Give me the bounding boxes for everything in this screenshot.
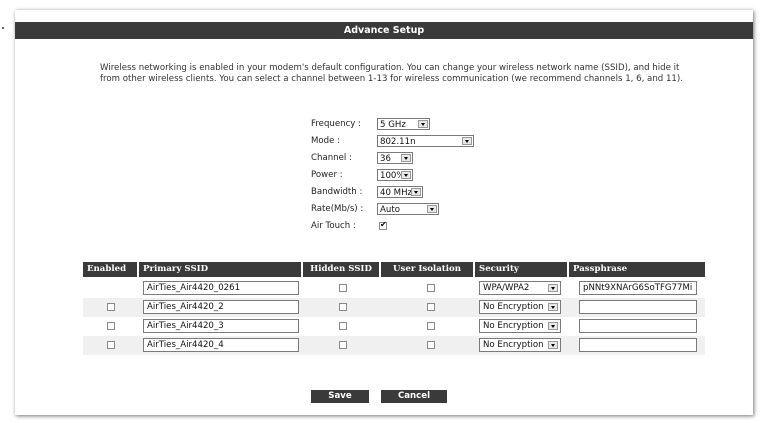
passphrase-input[interactable]: pNNt9XNArG6SoTFG77Mi	[579, 281, 697, 295]
air-touch-checkbox[interactable]	[379, 220, 387, 230]
chevron-down-icon	[548, 302, 559, 312]
user-isolation-checkbox[interactable]	[427, 284, 435, 292]
security-select[interactable]: WPA/WPA2	[479, 281, 561, 295]
power-select[interactable]: 100%	[377, 169, 413, 181]
security-value: No Encryption	[483, 321, 544, 331]
bandwidth-select[interactable]: 40 MHz	[377, 186, 423, 198]
frequency-value: 5 GHz	[380, 120, 406, 130]
enabled-checkbox[interactable]	[107, 322, 115, 330]
chevron-down-icon	[418, 120, 428, 128]
table-row: AirTies_Air4420_3 No Encryption	[83, 317, 705, 336]
mode-label: Mode :	[311, 136, 341, 146]
mode-select[interactable]: 802.11n	[377, 135, 474, 147]
user-isolation-checkbox[interactable]	[427, 303, 435, 311]
enabled-checkbox[interactable]	[107, 303, 115, 311]
col-passphrase-header: Passphrase	[569, 262, 705, 277]
channel-label: Channel :	[311, 153, 352, 163]
hidden-ssid-checkbox[interactable]	[339, 303, 347, 311]
frequency-label: Frequency :	[311, 119, 362, 129]
bandwidth-value: 40 MHz	[380, 188, 413, 198]
security-value: WPA/WPA2	[483, 283, 530, 293]
col-hidden-ssid-header: Hidden SSID	[303, 262, 379, 277]
chevron-down-icon	[548, 303, 558, 311]
col-primary-ssid-header: Primary SSID	[139, 262, 301, 277]
power-label: Power :	[311, 170, 343, 180]
chevron-down-icon	[548, 340, 559, 350]
security-select[interactable]: No Encryption	[479, 300, 561, 314]
cancel-button[interactable]: Cancel	[381, 390, 447, 403]
hidden-ssid-checkbox[interactable]	[339, 284, 347, 292]
chevron-down-icon	[401, 154, 411, 162]
chevron-down-icon	[401, 171, 411, 179]
page-marker	[2, 27, 4, 29]
channel-select[interactable]: 36	[377, 152, 413, 164]
chevron-down-icon	[411, 188, 421, 196]
table-row: AirTies_Air4420_4 No Encryption	[83, 336, 705, 355]
description-text: Wireless networking is enabled in your m…	[100, 63, 683, 84]
ssid-input[interactable]: AirTies_Air4420_4	[143, 338, 299, 352]
user-isolation-checkbox[interactable]	[427, 341, 435, 349]
hidden-ssid-checkbox[interactable]	[339, 322, 347, 330]
chevron-down-icon	[427, 205, 437, 213]
rate-value: Auto	[380, 205, 400, 215]
col-user-isolation-header: User Isolation	[381, 262, 473, 277]
rate-select[interactable]: Auto	[377, 203, 439, 215]
col-security-header: Security	[475, 262, 567, 277]
passphrase-input[interactable]	[579, 338, 697, 352]
bandwidth-label: Bandwidth :	[311, 187, 363, 197]
rate-label: Rate(Mb/s) :	[311, 204, 364, 214]
frequency-select[interactable]: 5 GHz	[377, 118, 430, 130]
air-touch-label: Air Touch :	[311, 221, 356, 231]
ssid-input[interactable]: AirTies_Air4420_0261	[143, 281, 299, 295]
security-select[interactable]: No Encryption	[479, 319, 561, 333]
advance-setup-panel: Advance Setup Wireless networking is ena…	[15, 10, 753, 415]
security-value: No Encryption	[483, 340, 544, 350]
channel-value: 36	[380, 154, 391, 164]
table-row: AirTies_Air4420_2 No Encryption	[83, 298, 705, 317]
security-select[interactable]: No Encryption	[479, 338, 561, 352]
page-title: Advance Setup	[15, 22, 753, 39]
col-enabled-header: Enabled	[83, 262, 137, 277]
passphrase-input[interactable]	[579, 300, 697, 314]
passphrase-input[interactable]	[579, 319, 697, 333]
ssid-input[interactable]: AirTies_Air4420_3	[143, 319, 299, 333]
chevron-down-icon	[462, 137, 472, 145]
save-button[interactable]: Save	[311, 390, 369, 403]
chevron-down-icon	[548, 322, 558, 330]
table-row: AirTies_Air4420_0261 WPA/WPA2 pNNt9XNArG…	[83, 279, 705, 298]
user-isolation-checkbox[interactable]	[427, 322, 435, 330]
chevron-down-icon	[548, 283, 559, 293]
security-value: No Encryption	[483, 302, 544, 312]
chevron-down-icon	[548, 284, 558, 292]
chevron-down-icon	[548, 321, 559, 331]
enabled-checkbox[interactable]	[107, 341, 115, 349]
ssid-input[interactable]: AirTies_Air4420_2	[143, 300, 299, 314]
hidden-ssid-checkbox[interactable]	[339, 341, 347, 349]
mode-value: 802.11n	[380, 137, 416, 147]
chevron-down-icon	[548, 341, 558, 349]
